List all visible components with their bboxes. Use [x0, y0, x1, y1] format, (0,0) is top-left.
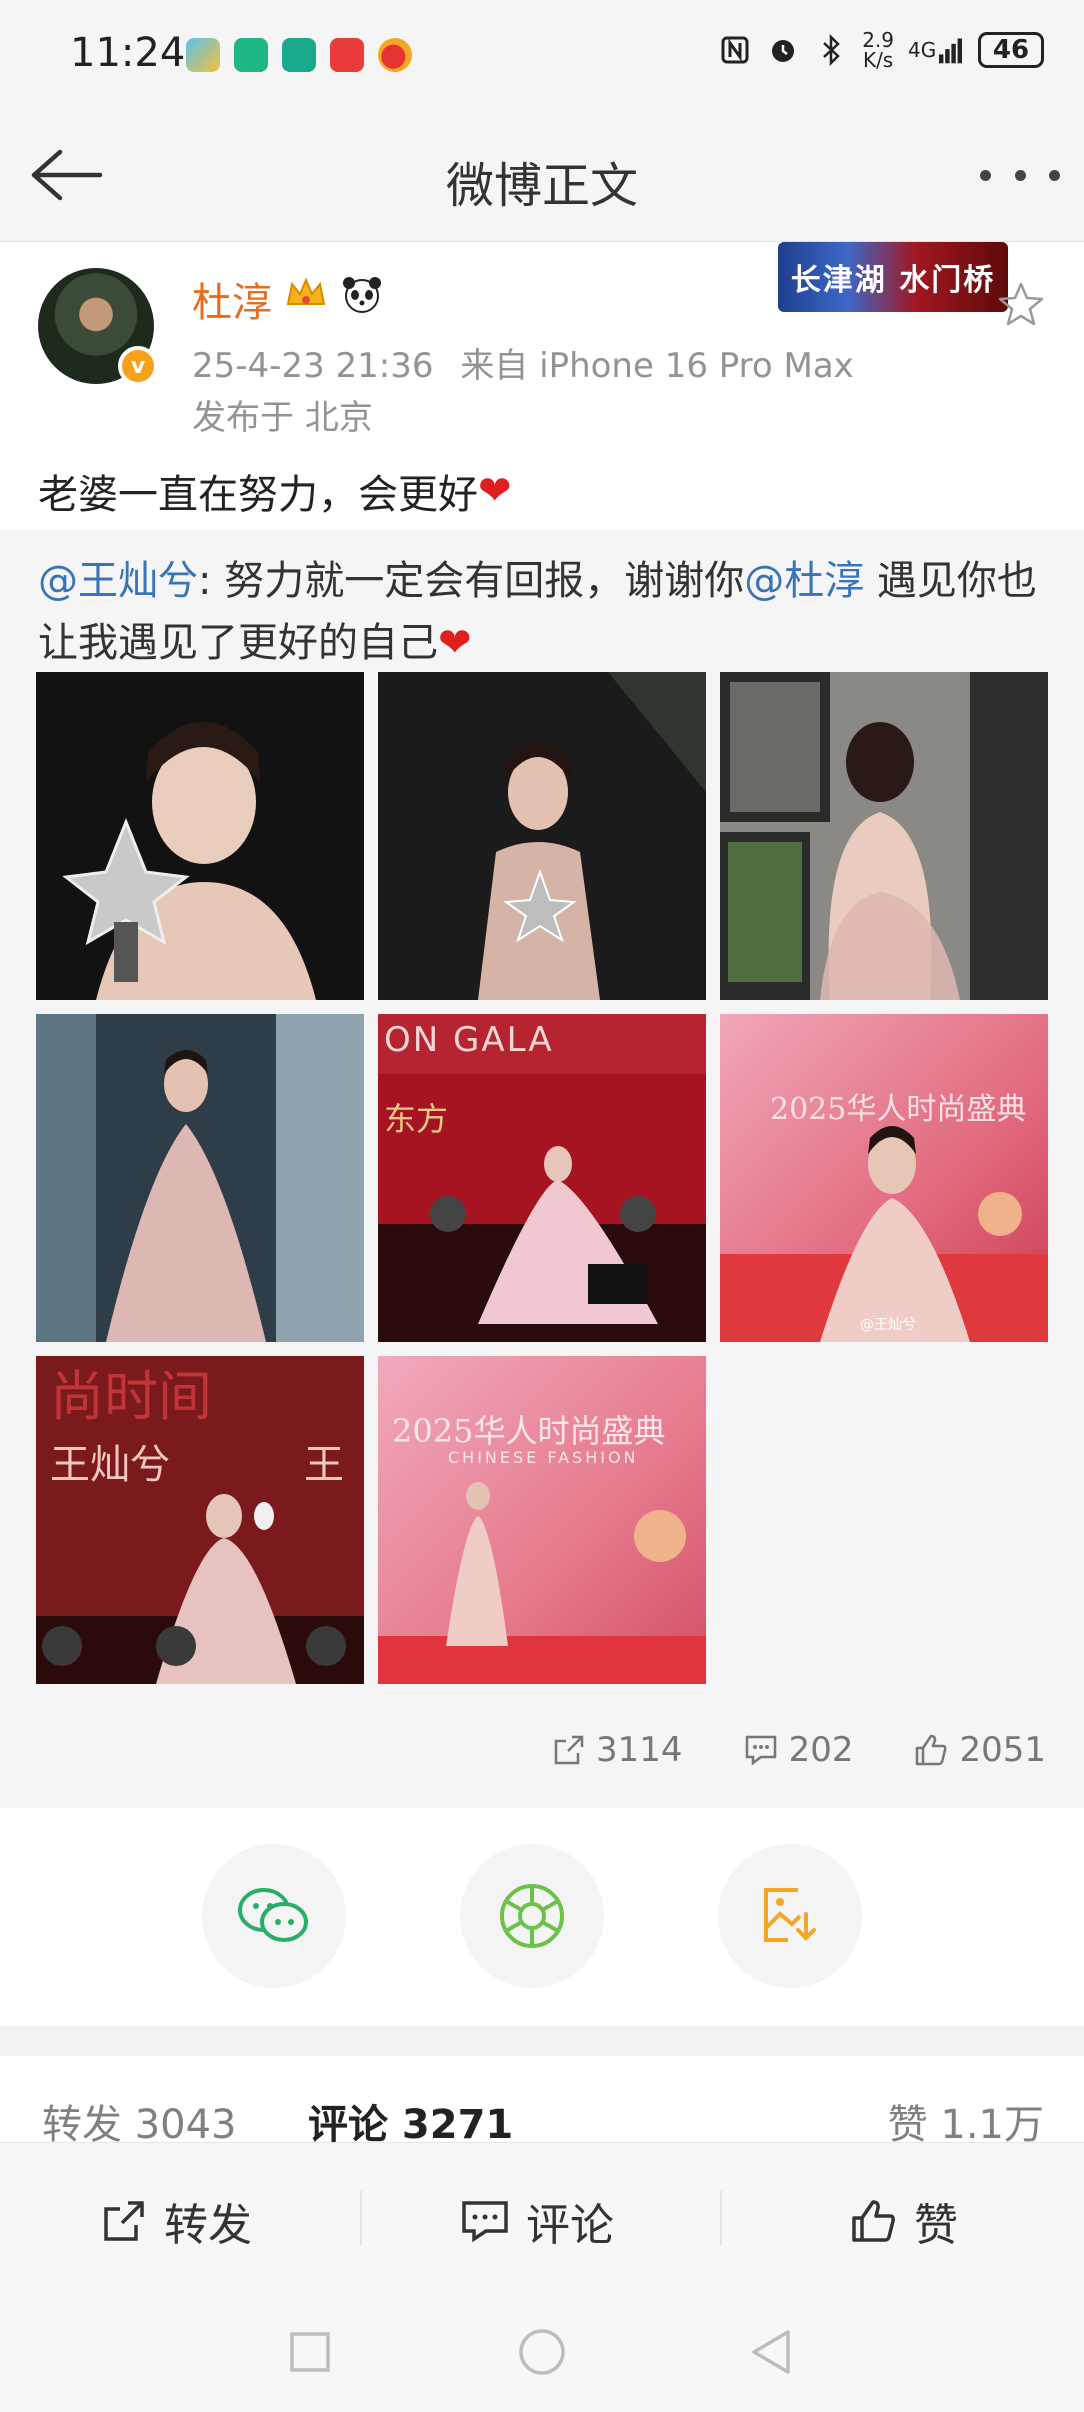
mention-link[interactable]: @王灿兮 — [38, 558, 198, 604]
top-nav-bar: 微博正文 — [0, 110, 1084, 242]
back-triangle-icon[interactable] — [740, 2322, 800, 2382]
like-button[interactable]: 赞 — [848, 2189, 958, 2253]
nfc-icon — [718, 33, 752, 67]
red-app-icon — [330, 38, 364, 72]
share-out-icon — [554, 1735, 584, 1765]
signal-icon: 4G — [908, 33, 964, 67]
network-speed: 2.9 K/s — [862, 28, 894, 72]
like-count-button[interactable]: 2051 — [913, 1730, 1046, 1770]
heart-emoji-icon: ❤ — [478, 468, 512, 514]
game-app-icon — [186, 38, 220, 72]
comment-button[interactable]: 评论 — [460, 2189, 614, 2253]
status-app-icons — [186, 38, 412, 72]
comment-icon — [462, 2201, 508, 2243]
comment-count-button[interactable]: 202 — [743, 1730, 853, 1770]
divider — [360, 2191, 362, 2245]
fashion-gala-stage-photo[interactable]: ON GALA 东方 — [378, 1014, 706, 1342]
image-text: 王灿兮 — [50, 1442, 170, 1488]
image-text: 2025华人时尚盛典 — [392, 1412, 666, 1450]
wechat-icon — [238, 1888, 308, 1942]
image-text: ON GALA — [384, 1020, 554, 1060]
comment-icon — [745, 1735, 776, 1766]
image-text: CHINESE FASHION — [448, 1448, 639, 1467]
red-carpet-award-photo[interactable]: 尚时间 王灿兮 王 — [36, 1356, 364, 1684]
interaction-tabs: 转发 3043 评论 3271 赞 1.1万 — [0, 2056, 1084, 2148]
image-text: 东方 — [384, 1100, 449, 1138]
repost-count-button[interactable]: 3114 — [552, 1730, 683, 1770]
sport-app-icon — [234, 38, 268, 72]
post-location: 发布于 北京 — [192, 398, 373, 438]
red-carpet-photo-1[interactable]: 2025华人时尚盛典 @王灿兮 — [720, 1014, 1048, 1342]
post-text: 老婆一直在努力，会更好 ❤ — [38, 468, 512, 518]
status-indicators: 2.9 K/s 4G 46 — [718, 30, 1044, 70]
repost-container[interactable]: @王灿兮: 努力就一定会有回报，谢谢你@杜淳 遇见你也让我遇见了更好的自己❤ O… — [0, 530, 1084, 1808]
system-navigation-bar — [0, 2292, 1084, 2412]
post-meta: 25-4-23 21:36 来自 iPhone 16 Pro Max — [192, 338, 854, 387]
heart-emoji-icon: ❤ — [438, 620, 472, 666]
wechat-share-button[interactable] — [202, 1844, 346, 1988]
weibo-app-icon — [378, 38, 412, 72]
moments-share-button[interactable] — [460, 1844, 604, 1988]
moments-icon — [500, 1884, 564, 1948]
mention-link[interactable]: @杜淳 — [744, 558, 864, 604]
favorite-star-icon[interactable] — [996, 280, 1046, 330]
thumbs-up-icon — [852, 2200, 895, 2242]
repost-stats: 3114 202 2051 — [552, 1730, 1046, 1770]
home-icon[interactable] — [512, 2322, 572, 2382]
recent-apps-icon[interactable] — [280, 2322, 340, 2382]
alarm-icon — [766, 33, 800, 67]
backless-dress-photo[interactable] — [720, 672, 1048, 1000]
image-watermark: @王灿兮 — [860, 1317, 916, 1333]
more-options-icon[interactable] — [980, 160, 1060, 190]
sport-app-icon — [282, 38, 316, 72]
bottom-action-bar: 转发 评论 赞 — [0, 2142, 1084, 2292]
divider — [0, 2026, 1084, 2056]
panda-icon — [340, 274, 384, 324]
post-source: 来自 iPhone 16 Pro Max — [460, 346, 854, 386]
divider — [720, 2191, 722, 2245]
post-timestamp: 25-4-23 21:36 — [192, 346, 434, 386]
award-photo-2[interactable] — [378, 672, 706, 1000]
status-time: 11:24 — [70, 30, 186, 76]
crown-icon — [284, 274, 328, 324]
share-area — [0, 1808, 1084, 2026]
repost-text: @王灿兮: 努力就一定会有回报，谢谢你@杜淳 遇见你也让我遇见了更好的自己❤ — [38, 558, 1037, 666]
battery-indicator: 46 — [978, 32, 1044, 68]
save-image-icon — [764, 1888, 816, 1942]
bluetooth-icon — [814, 33, 848, 67]
image-text: 尚时间 — [50, 1365, 212, 1428]
page-title: 微博正文 — [445, 158, 638, 214]
image-text: 2025华人时尚盛典 — [770, 1092, 1027, 1127]
verified-badge-icon: v — [118, 346, 158, 386]
share-out-icon — [104, 2201, 144, 2241]
banner-badge: 长津湖 水门桥 — [778, 242, 1008, 312]
status-bar: 11:24 2.9 K/s 4G 46 — [0, 0, 1084, 110]
save-image-button[interactable] — [718, 1844, 862, 1988]
red-carpet-photo-2[interactable]: 2025华人时尚盛典 CHINESE FASHION — [378, 1356, 706, 1684]
award-photo-1[interactable] — [36, 672, 364, 1000]
image-text: 王 — [304, 1442, 344, 1488]
thumbs-up-icon — [916, 1734, 947, 1766]
window-dress-photo[interactable] — [36, 1014, 364, 1342]
repost-button[interactable]: 转发 — [100, 2189, 252, 2253]
post-header: v 杜淳 25-4-23 21:36 来自 iPhone 16 Pro Max … — [0, 242, 1084, 442]
author-name-row: 杜淳 — [192, 270, 384, 328]
author-name[interactable]: 杜淳 — [192, 270, 272, 328]
